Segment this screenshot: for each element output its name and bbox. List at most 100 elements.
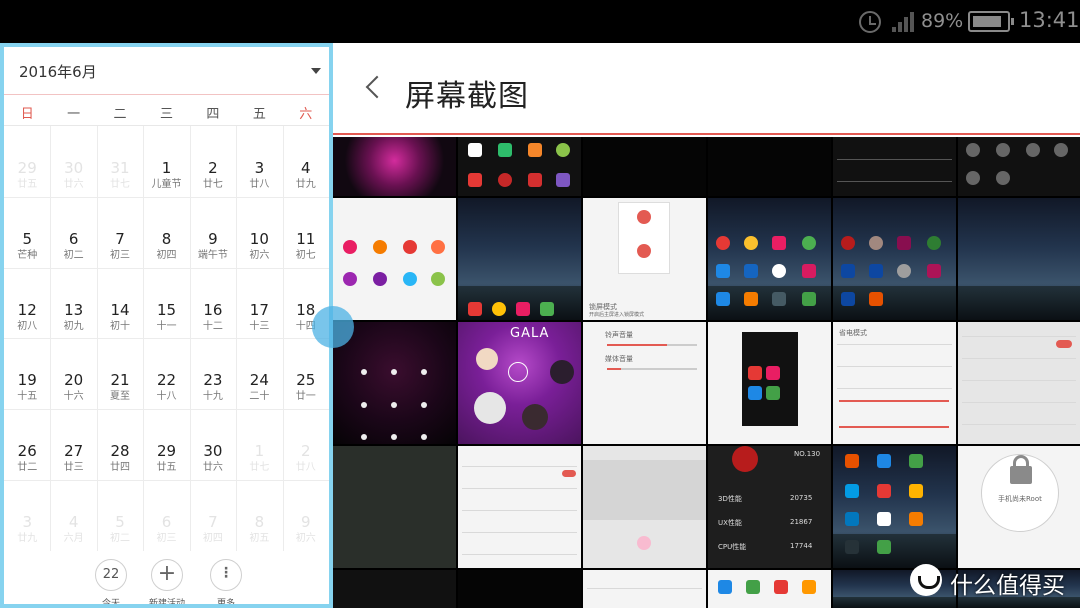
screenshot-thumbnail[interactable] bbox=[583, 137, 706, 196]
day-cell[interactable]: 23 十九 bbox=[190, 338, 236, 408]
day-cell[interactable]: 17 十三 bbox=[236, 268, 282, 338]
day-cell[interactable]: 9 端午节 bbox=[190, 197, 236, 267]
day-number: 3 bbox=[22, 513, 32, 531]
screenshot-thumbnail[interactable] bbox=[458, 446, 581, 568]
screenshot-thumbnail[interactable] bbox=[708, 570, 831, 608]
screenshot-thumbnail[interactable] bbox=[333, 446, 456, 568]
today-button[interactable]: 22 bbox=[95, 559, 127, 591]
day-cell[interactable]: 13 初九 bbox=[50, 268, 96, 338]
day-cell[interactable]: 5 初二 bbox=[97, 480, 143, 550]
day-cell[interactable]: 11 初七 bbox=[283, 197, 329, 267]
day-cell[interactable]: 15 十一 bbox=[143, 268, 189, 338]
day-cell[interactable]: 1 儿童节 bbox=[143, 126, 189, 196]
screenshot-thumbnail[interactable] bbox=[458, 137, 581, 196]
lunar-label: 十一 bbox=[156, 320, 177, 332]
day-cell[interactable]: 6 初二 bbox=[50, 197, 96, 267]
screenshot-thumbnail[interactable] bbox=[958, 322, 1080, 444]
day-cell[interactable]: 27 廿三 bbox=[50, 409, 96, 479]
day-cell[interactable]: 29 廿五 bbox=[4, 126, 50, 196]
screenshot-thumbnail[interactable] bbox=[458, 570, 581, 608]
calendar-header[interactable]: 2016年6月 bbox=[4, 47, 329, 95]
gallery-panel: 屏幕截图 锁屏模式 开启后主屏进入锁屏模式 GALA 铃声音量 媒体音量 省电模… bbox=[333, 43, 1080, 608]
lunar-label: 初九 bbox=[63, 320, 84, 332]
screenshot-thumbnail[interactable]: 铃声音量 媒体音量 bbox=[583, 322, 706, 444]
day-cell[interactable]: 7 初四 bbox=[190, 480, 236, 550]
screenshot-thumbnail[interactable] bbox=[583, 570, 706, 608]
day-cell[interactable]: 1 廿七 bbox=[236, 409, 282, 479]
day-number: 21 bbox=[110, 371, 130, 390]
screenshot-thumbnail[interactable] bbox=[958, 198, 1080, 320]
battery-fill bbox=[973, 16, 1001, 27]
screenshot-thumbnail[interactable] bbox=[333, 137, 456, 196]
split-drag-handle[interactable] bbox=[312, 306, 354, 348]
day-cell[interactable]: 29 廿五 bbox=[143, 409, 189, 479]
day-number: 28 bbox=[110, 442, 130, 461]
calendar-footer: 22 今天 + 新建活动 ⋮ 更多 bbox=[4, 551, 329, 604]
lunar-label: 初三 bbox=[110, 249, 131, 261]
day-cell[interactable]: 5 芒种 bbox=[4, 197, 50, 267]
lunar-label: 十九 bbox=[202, 391, 223, 403]
day-number: 5 bbox=[115, 513, 125, 531]
back-icon[interactable] bbox=[365, 75, 389, 99]
day-cell[interactable]: 25 廿一 bbox=[283, 338, 329, 408]
day-cell[interactable]: 9 初六 bbox=[283, 480, 329, 550]
day-cell[interactable]: 2 廿八 bbox=[283, 409, 329, 479]
screenshot-thumbnail[interactable]: 手机尚未Root bbox=[958, 446, 1080, 568]
day-number: 16 bbox=[203, 300, 223, 319]
weekday-label: 四 bbox=[206, 107, 220, 122]
day-cell[interactable]: 3 廿八 bbox=[236, 126, 282, 196]
screenshot-thumbnail[interactable] bbox=[583, 446, 706, 568]
day-cell[interactable]: 10 初六 bbox=[236, 197, 282, 267]
screenshot-thumbnail[interactable] bbox=[833, 446, 956, 568]
day-cell[interactable]: 12 初八 bbox=[4, 268, 50, 338]
lunar-label: 廿八 bbox=[249, 179, 270, 190]
day-cell[interactable]: 24 二十 bbox=[236, 338, 282, 408]
day-cell[interactable]: 8 初五 bbox=[236, 480, 282, 550]
day-number: 27 bbox=[64, 442, 84, 461]
screenshot-thumbnail[interactable] bbox=[333, 570, 456, 608]
day-cell[interactable]: 28 廿四 bbox=[97, 409, 143, 479]
day-cell[interactable]: 2 廿七 bbox=[190, 126, 236, 196]
screenshot-thumbnail[interactable] bbox=[333, 322, 456, 444]
screenshot-thumbnail[interactable]: 锁屏模式 开启后主屏进入锁屏模式 bbox=[583, 198, 706, 320]
screenshot-thumbnail[interactable] bbox=[333, 198, 456, 320]
screenshot-thumbnail[interactable] bbox=[708, 322, 831, 444]
month-label[interactable]: 2016年6月 bbox=[19, 61, 97, 82]
lunar-label: 廿六 bbox=[63, 179, 84, 190]
screenshot-thumbnail[interactable] bbox=[708, 198, 831, 320]
new-event-button[interactable]: + bbox=[151, 559, 183, 591]
day-cell[interactable]: 20 十六 bbox=[50, 338, 96, 408]
day-cell[interactable]: 19 十五 bbox=[4, 338, 50, 408]
day-cell[interactable]: 30 廿六 bbox=[50, 126, 96, 196]
day-cell[interactable]: 26 廿二 bbox=[4, 409, 50, 479]
day-cell[interactable]: 16 十二 bbox=[190, 268, 236, 338]
screenshot-thumbnail[interactable]: 省电模式 bbox=[833, 322, 956, 444]
day-cell[interactable]: 22 十八 bbox=[143, 338, 189, 408]
screenshot-thumbnail[interactable]: GALA bbox=[458, 322, 581, 444]
day-cell[interactable]: 14 初十 bbox=[97, 268, 143, 338]
weekday-label: 五 bbox=[252, 107, 266, 122]
day-number: 22 bbox=[156, 371, 177, 390]
chevron-down-icon[interactable] bbox=[311, 68, 321, 74]
day-cell[interactable]: 4 廿九 bbox=[283, 126, 329, 196]
day-number: 6 bbox=[68, 229, 79, 248]
screenshot-thumbnail[interactable] bbox=[458, 198, 581, 320]
day-number: 31 bbox=[110, 159, 130, 177]
day-number: 1 bbox=[254, 442, 265, 461]
screenshot-thumbnail[interactable] bbox=[708, 137, 831, 196]
day-cell[interactable]: 8 初四 bbox=[143, 197, 189, 267]
screenshot-thumbnail[interactable]: NO.130 3D性能 20735 UX性能 21867 CPU性能 17744 bbox=[708, 446, 831, 568]
screenshot-thumbnail[interactable] bbox=[833, 198, 956, 320]
day-cell[interactable]: 4 六月 bbox=[50, 480, 96, 550]
day-cell[interactable]: 6 初三 bbox=[143, 480, 189, 550]
day-cell[interactable]: 30 廿六 bbox=[190, 409, 236, 479]
day-cell[interactable]: 21 夏至 bbox=[97, 338, 143, 408]
lunar-label: 初十 bbox=[110, 320, 131, 332]
screenshot-thumbnail[interactable] bbox=[833, 137, 956, 196]
calendar-panel[interactable]: 2016年6月 日一二三四五六 29 廿五 30 廿六 31 廿七 1 儿童节 2 廿七 3 廿八 4 廿… bbox=[0, 43, 333, 608]
day-cell[interactable]: 31 廿七 bbox=[97, 126, 143, 196]
more-button[interactable]: ⋮ bbox=[210, 559, 242, 591]
day-cell[interactable]: 3 廿九 bbox=[4, 480, 50, 550]
screenshot-thumbnail[interactable] bbox=[958, 137, 1080, 196]
day-cell[interactable]: 7 初三 bbox=[97, 197, 143, 267]
